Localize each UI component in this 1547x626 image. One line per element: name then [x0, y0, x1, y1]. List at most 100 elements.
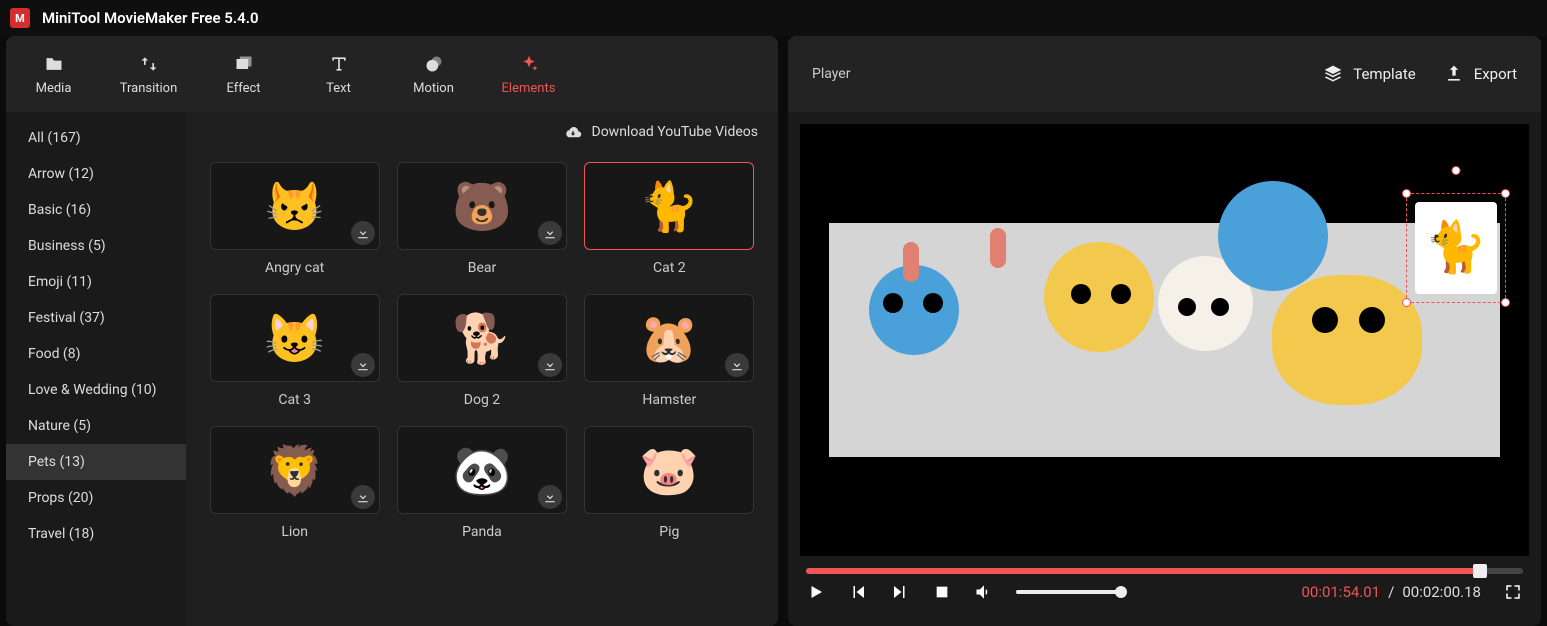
- category-sidebar: All (167)Arrow (12)Basic (16)Business (5…: [6, 112, 186, 626]
- download-badge-icon[interactable]: [725, 353, 749, 377]
- element-card[interactable]: 🦁 Lion: [210, 426, 380, 540]
- element-label: Pig: [659, 524, 679, 540]
- elements-grid: 😾 Angry cat 🐻 Bear 🐈 Cat 2 😺 Cat 3 🐕 Dog 2 🐹 Hamste…: [186, 152, 778, 626]
- element-label: Cat 2: [653, 260, 686, 276]
- play-button[interactable]: [806, 582, 826, 602]
- resize-handle-tr[interactable]: [1501, 189, 1510, 198]
- download-badge-icon[interactable]: [538, 353, 562, 377]
- sidebar-item-props[interactable]: Props (20): [6, 480, 186, 516]
- element-thumbnail[interactable]: 🦁: [210, 426, 380, 514]
- sticker-selection-box[interactable]: 🐈: [1406, 193, 1506, 303]
- tab-effect[interactable]: Effect: [196, 36, 291, 112]
- element-label: Dog 2: [464, 392, 500, 408]
- grid-header: Download YouTube Videos: [186, 112, 778, 152]
- app-title: MiniTool MovieMaker Free 5.4.0: [42, 9, 259, 27]
- volume-knob[interactable]: [1115, 586, 1127, 598]
- tab-label: Motion: [413, 81, 454, 96]
- element-card[interactable]: 😾 Angry cat: [210, 162, 380, 276]
- element-thumbnail[interactable]: 😾: [210, 162, 380, 250]
- download-youtube-link[interactable]: Download YouTube Videos: [592, 124, 759, 140]
- preview-viewport[interactable]: 🐈: [800, 124, 1529, 556]
- stack-icon: [1323, 64, 1343, 84]
- player-controls: 00:01:54.01 / 00:02:00.18: [788, 568, 1541, 626]
- element-thumbnail[interactable]: 🐕: [397, 294, 567, 382]
- download-badge-icon[interactable]: [351, 221, 375, 245]
- prev-button[interactable]: [848, 582, 868, 602]
- motion-icon: [423, 53, 445, 75]
- element-thumbnail[interactable]: 🐹: [584, 294, 754, 382]
- tab-label: Effect: [226, 81, 260, 96]
- tab-elements[interactable]: Elements: [481, 36, 576, 112]
- sidebar-item-pets[interactable]: Pets (13): [6, 444, 186, 480]
- text-icon: [328, 53, 350, 75]
- main-toolbar: Media Transition Effect Text Motion Elements: [6, 36, 778, 112]
- element-label: Angry cat: [265, 260, 324, 276]
- element-thumbnail[interactable]: 🐷: [584, 426, 754, 514]
- download-badge-icon[interactable]: [538, 485, 562, 509]
- download-badge-icon[interactable]: [538, 221, 562, 245]
- sidebar-item-emoji[interactable]: Emoji (11): [6, 264, 186, 300]
- current-time: 00:01:54.01: [1301, 583, 1380, 601]
- template-button[interactable]: Template: [1323, 64, 1415, 84]
- elements-icon: [518, 53, 540, 75]
- elements-grid-area: Download YouTube Videos 😾 Angry cat 🐻 Bear 🐈…: [186, 112, 778, 626]
- preview-canvas: 🐈: [829, 223, 1500, 456]
- tab-transition[interactable]: Transition: [101, 36, 196, 112]
- time-separator: /: [1388, 583, 1394, 601]
- element-card[interactable]: 🐼Panda: [397, 426, 567, 540]
- transition-icon: [138, 53, 160, 75]
- tab-text[interactable]: Text: [291, 36, 386, 112]
- element-thumbnail[interactable]: 😺: [210, 294, 380, 382]
- seek-bar[interactable]: [806, 568, 1523, 574]
- download-badge-icon[interactable]: [351, 353, 375, 377]
- element-card[interactable]: 😺 Cat 3: [210, 294, 380, 408]
- rotate-handle[interactable]: [1451, 166, 1460, 175]
- element-card[interactable]: 🐕 Dog 2: [397, 294, 567, 408]
- sidebar-item-love[interactable]: Love & Wedding (10): [6, 372, 186, 408]
- element-card[interactable]: 🐷 Pig: [584, 426, 754, 540]
- player-title: Player: [812, 66, 850, 82]
- volume-button[interactable]: [974, 582, 994, 602]
- export-button[interactable]: Export: [1444, 64, 1517, 84]
- resize-handle-tl[interactable]: [1402, 189, 1411, 198]
- stop-button[interactable]: [932, 582, 952, 602]
- sidebar-item-business[interactable]: Business (5): [6, 228, 186, 264]
- sidebar-item-arrow[interactable]: Arrow (12): [6, 156, 186, 192]
- download-badge-icon[interactable]: [351, 485, 375, 509]
- player-header: Player Template Export: [788, 36, 1541, 112]
- export-icon: [1444, 64, 1464, 84]
- media-icon: [43, 53, 65, 75]
- tab-media[interactable]: Media: [6, 36, 101, 112]
- tab-label: Elements: [502, 81, 556, 96]
- element-card[interactable]: 🐹 Hamster: [584, 294, 754, 408]
- element-thumbnail[interactable]: 🐈: [584, 162, 754, 250]
- effect-icon: [233, 53, 255, 75]
- seek-knob[interactable]: [1473, 564, 1487, 578]
- sidebar-item-food[interactable]: Food (8): [6, 336, 186, 372]
- element-thumbnail[interactable]: 🐼: [397, 426, 567, 514]
- element-card[interactable]: 🐻 Bear: [397, 162, 567, 276]
- tab-label: Media: [36, 81, 72, 96]
- fullscreen-button[interactable]: [1503, 582, 1523, 602]
- library-pane: MediaTransitionEffectTextMotionElements …: [6, 36, 778, 626]
- sidebar-item-festival[interactable]: Festival (37): [6, 300, 186, 336]
- element-label: Lion: [281, 524, 308, 540]
- element-label: Hamster: [642, 392, 696, 408]
- element-card[interactable]: 🐈 Cat 2: [584, 162, 754, 276]
- tab-label: Text: [326, 81, 351, 96]
- titlebar: M MiniTool MovieMaker Free 5.4.0: [0, 0, 1547, 36]
- duration: 00:02:00.18: [1402, 583, 1481, 601]
- resize-handle-br[interactable]: [1501, 298, 1510, 307]
- sidebar-item-travel[interactable]: Travel (18): [6, 516, 186, 552]
- next-button[interactable]: [890, 582, 910, 602]
- sidebar-item-all[interactable]: All (167): [6, 120, 186, 156]
- sidebar-item-basic[interactable]: Basic (16): [6, 192, 186, 228]
- element-thumbnail[interactable]: 🐻: [397, 162, 567, 250]
- sidebar-item-nature[interactable]: Nature (5): [6, 408, 186, 444]
- download-cloud-icon: [564, 125, 582, 139]
- volume-slider[interactable]: [1016, 590, 1126, 594]
- element-label: Bear: [468, 260, 497, 276]
- player-pane: Player Template Export: [788, 36, 1541, 626]
- tab-motion[interactable]: Motion: [386, 36, 481, 112]
- element-label: Cat 3: [278, 392, 311, 408]
